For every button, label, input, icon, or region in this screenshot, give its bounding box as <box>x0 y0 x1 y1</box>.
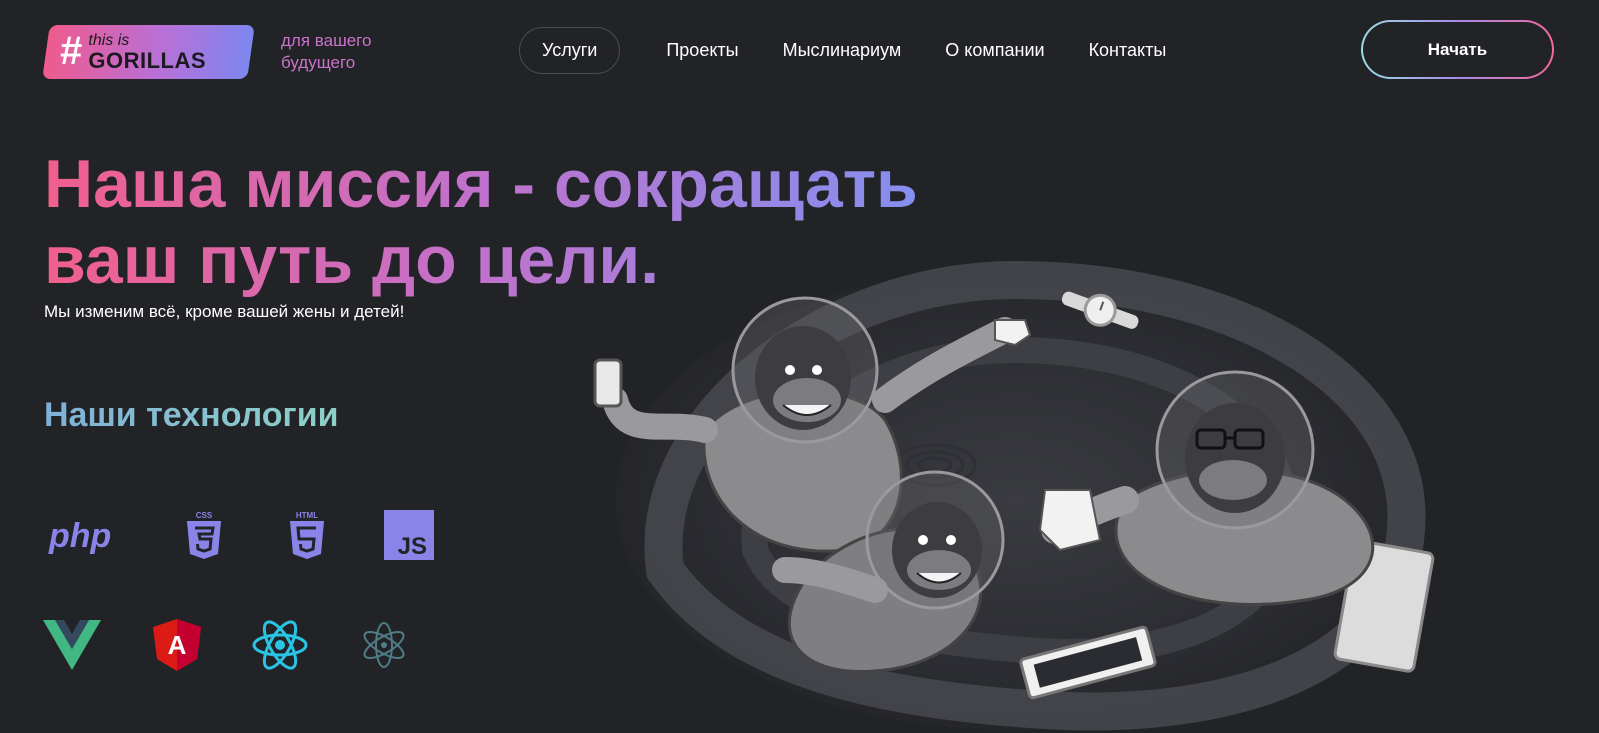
logo-big-text: GORILLAS <box>88 48 207 73</box>
hero-subtitle: Мы изменим всё, кроме вашей жены и детей… <box>44 302 405 321</box>
html5-icon-text: HTML <box>296 511 318 520</box>
nav-item-contacts[interactable]: Контакты <box>1089 40 1167 61</box>
logo[interactable]: # this is GORILLAS <box>42 25 255 79</box>
logo-hash: # <box>60 29 83 73</box>
html5-icon: HTML <box>267 505 347 565</box>
nav-item-mindarium[interactable]: Мыслинариум <box>783 40 902 61</box>
start-button-label: Начать <box>1363 22 1552 77</box>
php-icon-text: php <box>48 517 111 555</box>
php-icon: php <box>44 505 124 565</box>
gorilla-astronauts-illustration <box>593 260 1435 731</box>
css3-icon-text: CSS <box>196 511 213 520</box>
nav-item-services[interactable]: Услуги <box>519 27 621 74</box>
technologies-title: Наши технологии <box>44 396 339 434</box>
tagline: для вашего будущего <box>281 31 372 72</box>
vue-icon <box>32 615 112 675</box>
angular-icon: A <box>137 615 217 675</box>
logo-content: # this is GORILLAS <box>60 29 207 73</box>
start-button[interactable]: Начать <box>1361 20 1554 79</box>
electron-icon <box>344 615 424 675</box>
angular-icon-text: A <box>168 630 187 660</box>
logo-text: this is GORILLAS <box>88 31 207 73</box>
javascript-icon: JS <box>369 505 449 565</box>
react-icon <box>240 615 320 675</box>
nav-item-about[interactable]: О компании <box>945 40 1044 61</box>
css3-icon: CSS <box>164 505 244 565</box>
nav-item-projects[interactable]: Проекты <box>666 40 738 61</box>
javascript-icon-text: JS <box>398 533 427 560</box>
main-nav: Услуги Проекты Мыслинариум О компании Ко… <box>519 27 1210 74</box>
